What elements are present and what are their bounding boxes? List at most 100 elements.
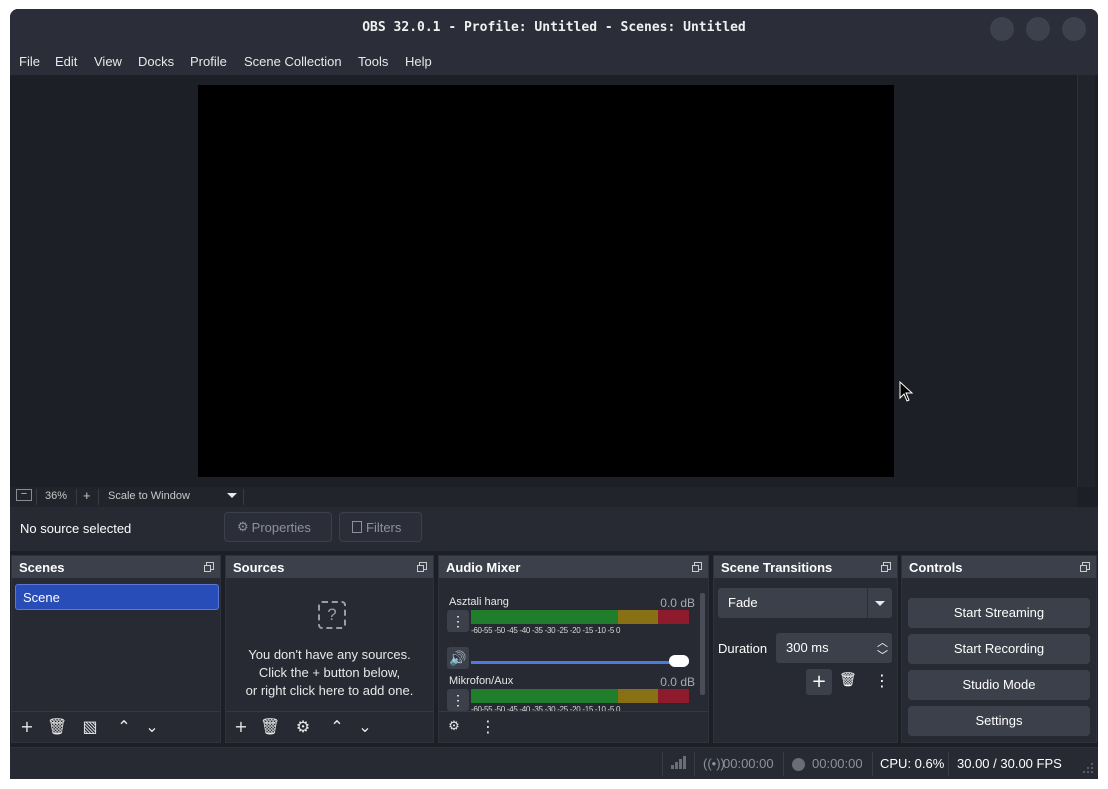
chevron-down-icon[interactable] [226,490,238,505]
float-icon[interactable] [204,562,214,572]
chevron-down-icon [867,588,892,618]
meter-ticks: -60-55 -50 -45 -40 -35 -30 -25 -20 -15 -… [471,626,621,635]
studio-mode-button[interactable]: Studio Mode [908,670,1090,700]
float-icon[interactable] [692,562,702,572]
sources-dock-header: Sources [226,556,433,578]
trash-icon[interactable]: 🗑 [839,672,857,688]
channel-db: 0.0 dB [660,596,695,610]
source-toolbar: No source selected ⚙ Properties Filters [10,507,1098,551]
preview-canvas[interactable] [198,85,894,477]
volume-meter [471,610,689,624]
speaker-icon[interactable]: 🔊 [447,647,469,669]
zoom-percent: 36% [45,490,68,502]
controls-header: Controls [902,556,1096,578]
menu-bar: File Edit View Docks Profile Scene Colle… [10,49,1098,75]
preview-scrollbar[interactable] [1077,75,1095,487]
volume-slider[interactable] [471,661,689,664]
kebab-icon[interactable]: ⋮ [479,718,497,736]
trash-icon[interactable]: 🗑 [260,718,280,736]
transitions-header: Scene Transitions [714,556,897,578]
record-icon [792,758,805,771]
plus-icon[interactable]: + [806,669,832,695]
window-title: OBS 32.0.1 - Profile: Untitled - Scenes:… [362,20,746,35]
stream-icon: ((•)) [703,756,725,771]
cpu-usage: CPU: 0.6% [880,756,945,771]
duration-label: Duration [718,641,768,656]
mixer-footer: ⚙ ⋮ [439,711,708,742]
title-bar: OBS 32.0.1 - Profile: Untitled - Scenes:… [10,9,1098,49]
mixer-scrollbar[interactable] [700,593,705,695]
preview-area[interactable] [10,75,1077,487]
signal-icon [670,754,686,773]
audio-mixer-dock: Audio Mixer Asztali hang 0.0 dB ⋮ -60-55… [438,555,709,743]
gear-icon: ⚙ [237,519,249,534]
plus-icon[interactable]: + [18,718,36,736]
menu-docks[interactable]: Docks [138,54,174,69]
kebab-icon[interactable]: ⋮ [447,689,469,711]
record-time: 00:00:00 [812,756,863,771]
filters-icon[interactable]: ▧ [81,718,99,736]
chevron-up-icon[interactable]: ⌃ [115,718,133,736]
sources-footer: + 🗑 ⚙ ⌃ ⌄ [226,711,433,742]
audio-mixer-title: Audio Mixer [446,560,521,575]
start-streaming-button[interactable]: Start Streaming [908,598,1090,628]
minimize-button[interactable] [990,17,1014,41]
scale-mode-select[interactable]: Scale to Window [108,490,190,502]
filters-button[interactable]: Filters [339,512,422,542]
menu-profile[interactable]: Profile [190,54,227,69]
menu-file[interactable]: File [19,54,40,69]
maximize-button[interactable] [1026,17,1050,41]
fps-counter: 30.00 / 30.00 FPS [957,756,1062,771]
menu-tools[interactable]: Tools [358,54,388,69]
kebab-icon[interactable]: ⋮ [874,671,890,690]
properties-button[interactable]: ⚙ Properties [224,512,332,542]
resize-grip-icon[interactable] [1082,762,1094,777]
channel-name: Asztali hang [449,596,509,608]
menu-scene-collection[interactable]: Scene Collection [244,54,342,69]
chevron-up-icon[interactable]: ⌃ [328,718,346,736]
sources-empty-message: You don't have any sources. Click the + … [245,647,414,698]
gear-icon[interactable]: ⚙ [445,718,463,736]
scenes-dock-header: Scenes [12,556,220,578]
zoom-bar: − 36% + Scale to Window [10,487,1077,507]
sources-dock-title: Sources [233,560,285,575]
stream-time: 00:00:00 [723,756,774,771]
settings-button[interactable]: Settings [908,706,1090,736]
volume-slider-knob[interactable] [669,655,689,667]
transitions-title: Scene Transitions [721,560,833,575]
start-recording-button[interactable]: Start Recording [908,634,1090,664]
menu-help[interactable]: Help [405,54,432,69]
gear-icon[interactable]: ⚙ [294,718,312,736]
zoom-in-button[interactable]: + [83,488,91,503]
volume-meter [471,689,689,703]
sources-dock[interactable]: Sources ? You don't have any sources. Cl… [225,555,434,743]
chevron-down-icon[interactable]: ﹀ [877,647,888,663]
duration-spinbox[interactable]: 300 ms ︿ ﹀ [776,633,892,663]
scenes-dock: Scenes Scene + 🗑 ▧ ⌃ ⌄ [11,555,221,743]
menu-view[interactable]: View [94,54,122,69]
channel-db: 0.0 dB [660,675,695,689]
menu-edit[interactable]: Edit [55,54,77,69]
filters-icon [352,521,362,533]
close-button[interactable] [1062,17,1086,41]
audio-mixer-header: Audio Mixer [439,556,708,578]
float-icon[interactable] [881,562,891,572]
scene-list-item[interactable]: Scene [15,584,219,610]
float-icon[interactable] [1080,562,1090,572]
plus-icon[interactable]: + [232,718,250,736]
trash-icon[interactable]: 🗑 [47,718,67,736]
transition-select[interactable]: Fade [718,588,892,618]
kebab-icon[interactable]: ⋮ [447,610,469,632]
status-bar: ((•)) 00:00:00 00:00:00 CPU: 0.6% 30.00 … [10,747,1098,779]
transitions-dock: Scene Transitions Fade Duration 300 ms ︿… [713,555,898,743]
chevron-down-icon[interactable]: ⌄ [143,718,161,736]
scenes-footer: + 🗑 ▧ ⌃ ⌄ [12,711,220,742]
controls-title: Controls [909,560,963,575]
obs-window: OBS 32.0.1 - Profile: Untitled - Scenes:… [10,9,1098,779]
controls-dock: Controls Start Streaming Start Recording… [901,555,1097,743]
chevron-down-icon[interactable]: ⌄ [356,718,374,736]
mixer-channel-desktop: Asztali hang 0.0 dB ⋮ -60-55 -50 -45 -40… [439,596,695,676]
zoom-out-button[interactable]: − [16,489,32,501]
no-source-label: No source selected [20,521,132,536]
float-icon[interactable] [417,562,427,572]
